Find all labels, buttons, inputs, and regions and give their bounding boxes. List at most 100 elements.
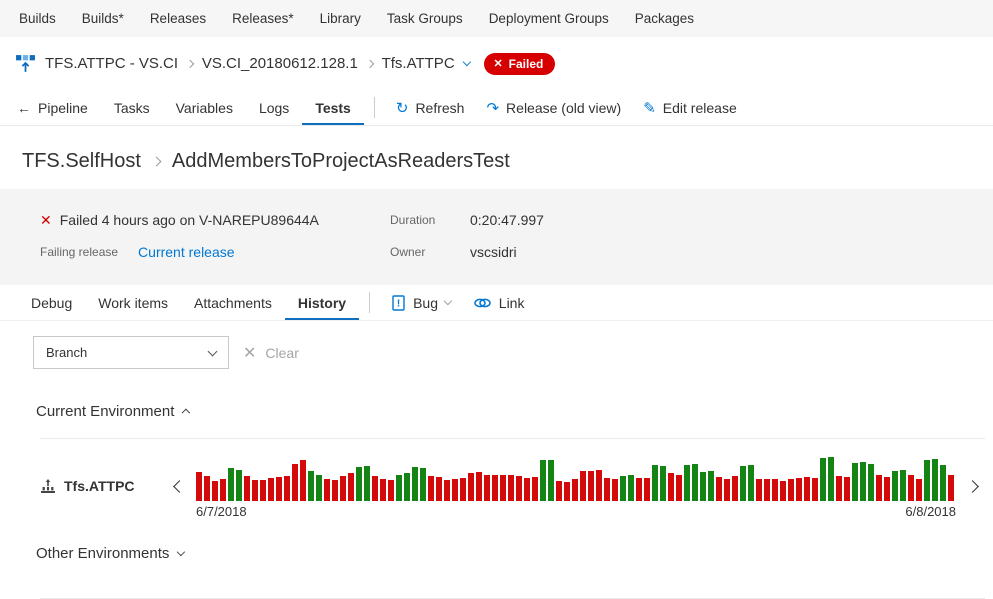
history-bar[interactable] xyxy=(492,475,498,501)
breadcrumb-release[interactable]: VS.CI_20180612.128.1 xyxy=(202,55,358,72)
history-bar[interactable] xyxy=(572,479,578,501)
create-bug-button[interactable]: ! Bug xyxy=(380,285,462,320)
history-bar[interactable] xyxy=(412,467,418,501)
history-bar[interactable] xyxy=(708,471,714,501)
tab-logs[interactable]: Logs xyxy=(246,90,302,125)
history-bar[interactable] xyxy=(612,479,618,501)
history-bar[interactable] xyxy=(308,471,314,501)
history-bar[interactable] xyxy=(316,475,322,501)
history-bar[interactable] xyxy=(452,479,458,501)
history-bar[interactable] xyxy=(444,480,450,501)
history-bar[interactable] xyxy=(788,479,794,501)
tab-work-items[interactable]: Work items xyxy=(85,285,181,320)
history-bar[interactable] xyxy=(228,468,234,501)
history-bar[interactable] xyxy=(420,468,426,501)
history-bar[interactable] xyxy=(532,477,538,501)
history-bar[interactable] xyxy=(300,460,306,501)
history-next-button[interactable] xyxy=(960,479,985,493)
history-bar[interactable] xyxy=(540,460,546,501)
history-bar[interactable] xyxy=(468,473,474,501)
history-bar[interactable] xyxy=(548,460,554,501)
history-bar[interactable] xyxy=(860,462,866,501)
refresh-button[interactable]: ↻ Refresh xyxy=(385,90,476,125)
edit-release-button[interactable]: ✎ Edit release xyxy=(632,90,748,125)
current-release-link[interactable]: Current release xyxy=(138,244,235,260)
breadcrumb-pipeline[interactable]: TFS.ATTPC - VS.CI xyxy=(45,55,178,72)
history-bar[interactable] xyxy=(268,478,274,501)
tab-tests[interactable]: Tests xyxy=(302,90,364,125)
history-bar[interactable] xyxy=(220,479,226,501)
history-bar[interactable] xyxy=(332,480,338,501)
history-bar[interactable] xyxy=(668,473,674,501)
history-bar[interactable] xyxy=(948,475,954,501)
nav-releases-new[interactable]: Releases* xyxy=(219,11,307,26)
history-bar[interactable] xyxy=(620,476,626,501)
tab-history[interactable]: History xyxy=(285,285,359,320)
history-bar[interactable] xyxy=(252,480,258,501)
history-bar[interactable] xyxy=(204,476,210,501)
history-bar[interactable] xyxy=(564,482,570,501)
history-bar[interactable] xyxy=(724,479,730,501)
history-bar[interactable] xyxy=(812,478,818,501)
history-bar[interactable] xyxy=(852,463,858,501)
history-bar[interactable] xyxy=(676,475,682,501)
history-bar[interactable] xyxy=(692,464,698,501)
history-bar[interactable] xyxy=(484,475,490,501)
back-to-pipeline-button[interactable]: ← Pipeline xyxy=(4,90,101,125)
history-bar[interactable] xyxy=(780,481,786,501)
nav-releases[interactable]: Releases xyxy=(137,11,219,26)
history-bar[interactable] xyxy=(580,471,586,501)
history-bar[interactable] xyxy=(196,472,202,501)
bug-dropdown-chevron-icon[interactable] xyxy=(443,296,452,306)
tab-variables[interactable]: Variables xyxy=(163,90,246,125)
history-bar[interactable] xyxy=(236,470,242,501)
history-bar[interactable] xyxy=(500,475,506,501)
history-bar[interactable] xyxy=(900,470,906,501)
branch-filter-dropdown[interactable]: Branch xyxy=(33,336,229,369)
history-bar[interactable] xyxy=(932,459,938,501)
history-bar[interactable] xyxy=(244,476,250,501)
nav-builds-new[interactable]: Builds* xyxy=(69,11,137,26)
history-bar[interactable] xyxy=(884,477,890,501)
history-bar[interactable] xyxy=(740,466,746,501)
history-bar[interactable] xyxy=(396,475,402,501)
history-bar[interactable] xyxy=(756,479,762,501)
history-bar[interactable] xyxy=(476,472,482,501)
history-bar[interactable] xyxy=(276,477,282,501)
history-bar[interactable] xyxy=(636,478,642,501)
history-bar[interactable] xyxy=(388,480,394,501)
history-bar[interactable] xyxy=(876,475,882,501)
history-bar[interactable] xyxy=(404,473,410,501)
history-bar[interactable] xyxy=(700,472,706,501)
history-bar[interactable] xyxy=(604,478,610,501)
history-bar[interactable] xyxy=(260,480,266,501)
nav-deployment-groups[interactable]: Deployment Groups xyxy=(476,11,622,26)
history-bar[interactable] xyxy=(596,470,602,501)
release-old-view-button[interactable]: ↷ Release (old view) xyxy=(475,90,632,125)
history-bar[interactable] xyxy=(796,478,802,501)
history-prev-button[interactable] xyxy=(167,479,192,493)
nav-packages[interactable]: Packages xyxy=(622,11,707,26)
history-bar[interactable] xyxy=(284,476,290,501)
history-bar[interactable] xyxy=(844,477,850,501)
history-bar[interactable] xyxy=(892,471,898,501)
history-bar[interactable] xyxy=(556,481,562,501)
nav-task-groups[interactable]: Task Groups xyxy=(374,11,476,26)
history-bar[interactable] xyxy=(748,465,754,501)
history-bar[interactable] xyxy=(652,465,658,501)
tab-tasks[interactable]: Tasks xyxy=(101,90,163,125)
history-bar[interactable] xyxy=(588,471,594,501)
history-bar[interactable] xyxy=(364,466,370,501)
history-bar[interactable] xyxy=(324,479,330,501)
history-bar[interactable] xyxy=(516,476,522,501)
history-bar[interactable] xyxy=(524,478,530,501)
nav-builds[interactable]: Builds xyxy=(6,11,69,26)
history-bar[interactable] xyxy=(348,473,354,501)
current-environment-section-toggle[interactable]: Current Environment xyxy=(0,377,993,438)
history-bar[interactable] xyxy=(340,476,346,501)
link-button[interactable]: Link xyxy=(462,285,536,320)
history-bar[interactable] xyxy=(628,475,634,501)
history-bar[interactable] xyxy=(644,478,650,501)
nav-library[interactable]: Library xyxy=(307,11,374,26)
other-environments-section-toggle[interactable]: Other Environments xyxy=(0,519,993,580)
